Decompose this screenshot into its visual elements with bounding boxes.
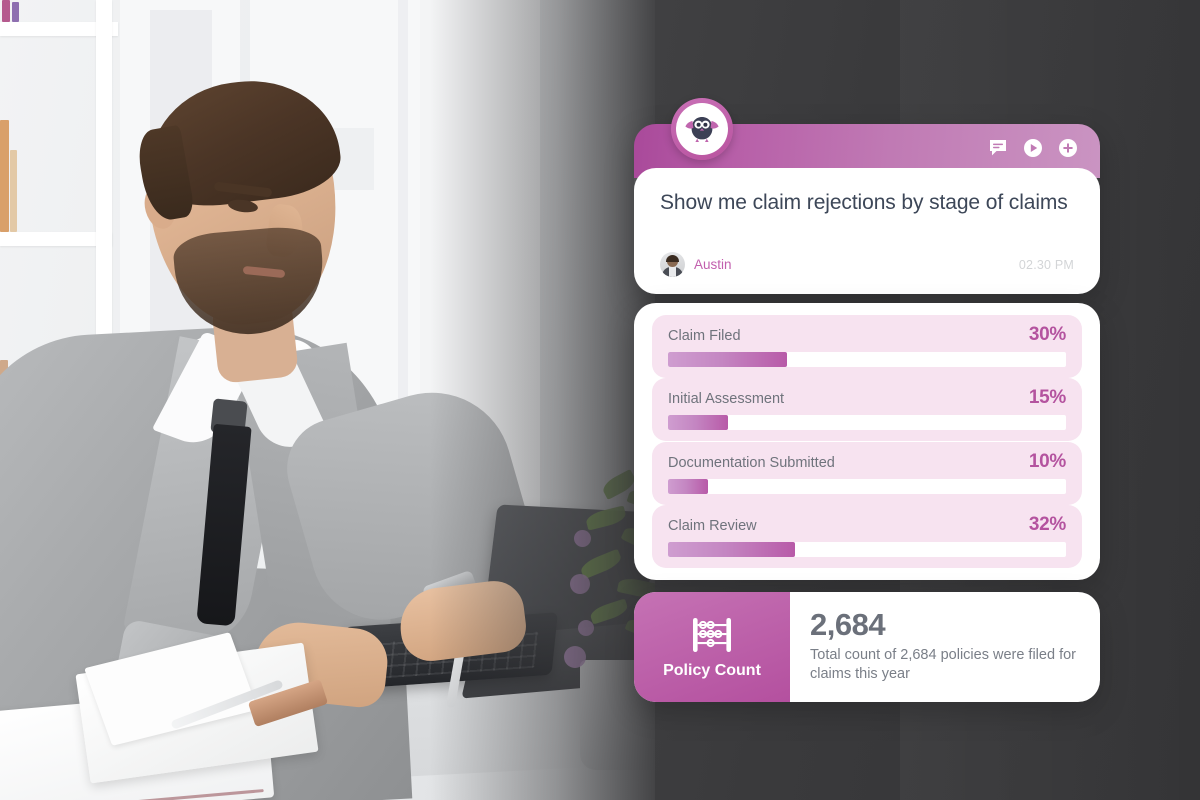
- stage-fill: [668, 415, 728, 431]
- policy-count-description: Total count of 2,684 policies were filed…: [810, 646, 1076, 683]
- timestamp: 02.30 PM: [1018, 257, 1074, 272]
- stage-label: Claim Filed: [668, 328, 741, 344]
- stage-percent: 32%: [1028, 513, 1066, 535]
- stage-row[interactable]: Claim Review 32%: [652, 504, 1082, 568]
- stage-label: Claim Review: [668, 517, 757, 534]
- stage-row[interactable]: Claim Filed 30%: [652, 315, 1082, 378]
- query-text: Show me claim rejections by stage of cla…: [660, 191, 1068, 214]
- stage-row[interactable]: Documentation Submitted 10%: [652, 441, 1082, 505]
- query-card: Show me claim rejections by stage of cla…: [634, 98, 1100, 294]
- query-meta: Austin 02.30 PM: [660, 252, 1074, 277]
- policy-count-detail: 2,684 Total count of 2,684 policies were…: [790, 592, 1100, 702]
- plus-circle-icon[interactable]: [1058, 138, 1078, 158]
- stage-percent: 15%: [1028, 387, 1066, 409]
- claim-stage-chart: Claim Filed 30% Initial Assessment 15% D…: [634, 303, 1100, 580]
- owl-logo-icon: [685, 117, 719, 142]
- query-header-actions: [988, 138, 1078, 158]
- stage-row[interactable]: Initial Assessment 15%: [652, 378, 1082, 442]
- policy-count-label: Policy Count: [663, 661, 761, 679]
- stage-fill: [668, 478, 708, 494]
- stage-track: [668, 478, 1066, 494]
- stage-label: Documentation Submitted: [668, 454, 835, 471]
- query-card-body: Show me claim rejections by stage of cla…: [634, 168, 1100, 294]
- chat-bubble-icon[interactable]: [988, 138, 1008, 158]
- policy-count-card: Policy Count 2,684 Total count of 2,684 …: [634, 592, 1100, 702]
- avatar: [660, 252, 685, 277]
- stage-fill: [668, 541, 796, 557]
- stage-fill: [668, 352, 788, 367]
- user-name: Austin: [694, 257, 732, 272]
- stage-track: [668, 415, 1066, 431]
- abacus-icon: [693, 617, 731, 652]
- policy-count-value: 2,684: [810, 607, 886, 643]
- stage-track: [668, 541, 1066, 557]
- stage-track: [668, 352, 1066, 367]
- play-circle-icon[interactable]: [1023, 138, 1043, 158]
- stage-percent: 10%: [1028, 450, 1066, 472]
- policy-count-badge: Policy Count: [634, 592, 790, 702]
- stage-percent: 30%: [1028, 324, 1066, 345]
- stage-label: Initial Assessment: [668, 391, 785, 408]
- owl-logo-badge: [671, 98, 733, 160]
